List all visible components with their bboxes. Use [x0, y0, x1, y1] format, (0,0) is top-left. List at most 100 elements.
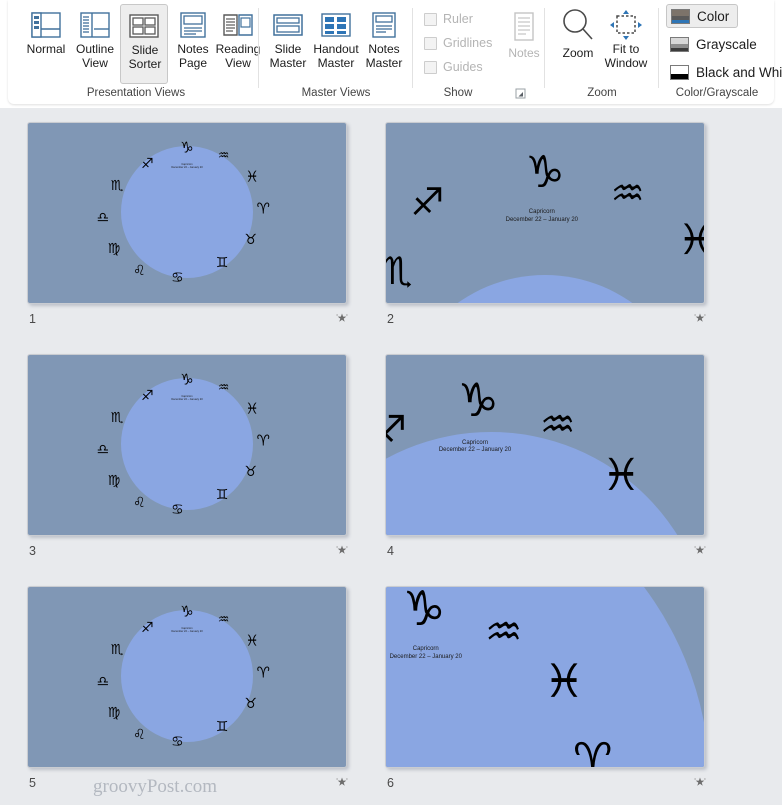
zodiac-symbol-virgo: ♍ — [107, 241, 121, 257]
zodiac-wheel-art: ♑ ♒ ♓ ♈ ♉ ♊ ♋ ♌ ♍ ♎ ♏ ♐ Capricorn Decemb… — [28, 355, 346, 535]
slide-thumbnail-4[interactable]: ♑ ♒ ♓ ♐ Capricorn December 22 – January … — [385, 354, 705, 536]
zodiac-symbol-aries: ♈ — [256, 431, 271, 450]
zodiac-symbol-capricorn: ♑ — [402, 586, 446, 637]
zodiac-symbol-sagittarius: ♐ — [140, 388, 154, 405]
group-separator — [258, 8, 259, 88]
transition-star-icon[interactable] — [335, 775, 349, 789]
zodiac-symbol-aquarius: ♒ — [610, 171, 645, 216]
grayscale-option[interactable]: Grayscale — [666, 32, 765, 56]
zodiac-symbol-capricorn: ♑ — [180, 138, 194, 157]
slide-sorter-button[interactable]: Slide Sorter — [120, 4, 168, 84]
normal-view-label: Normal — [26, 42, 66, 56]
black-and-white-label: Black and White — [696, 64, 782, 80]
slide-cell[interactable]: ♑ ♒ ♓ ♐ ♏ Capricorn December 22 – Januar… — [385, 122, 715, 332]
slide-thumbnail-3[interactable]: ♑ ♒ ♓ ♈ ♉ ♊ ♋ ♌ ♍ ♎ ♏ ♐ Capricorn Decemb… — [27, 354, 347, 536]
slide-thumbnail-5[interactable]: ♑ ♒ ♓ ♈ ♉ ♊ ♋ ♌ ♍ ♎ ♏ ♐ Capricorn Decemb… — [27, 586, 347, 768]
zodiac-symbol-virgo: ♍ — [107, 705, 121, 721]
black-and-white-option[interactable]: Black and White — [666, 60, 782, 84]
color-option[interactable]: Color — [666, 4, 739, 28]
slide-cell[interactable]: ♑ ♒ ♓ ♐ Capricorn December 22 – January … — [385, 354, 715, 564]
caption-dates: December 22 – January 20 — [171, 397, 203, 401]
notes-button[interactable]: Notes — [500, 4, 548, 84]
caption-title: Capricorn — [462, 439, 489, 446]
slide-caption: Capricorn December 22 – January 20 — [171, 163, 202, 169]
checkbox-box-icon — [424, 60, 437, 74]
slide-sorter-pane[interactable]: ♑ ♒ ♓ ♈ ♉ ♊ ♋ ♌ ♍ ♎ ♏ ♐ Capricorn Decemb… — [0, 108, 782, 805]
zodiac-symbol-aquarius: ♒ — [484, 607, 523, 656]
slide-cell[interactable]: ♑ ♒ ♓ ♈ ♉ ♊ ♋ ♌ ♍ ♎ ♏ ♐ Capricorn Decemb… — [27, 122, 357, 332]
notes-master-icon — [360, 9, 408, 41]
slide-number-5: 5 — [29, 776, 36, 790]
group-label-master-views: Master Views — [301, 87, 371, 99]
zodiac-wheel-art-zoom3: ♑ ♒ ♓ ♈ Capricorn December 22 – January … — [386, 587, 704, 767]
zodiac-symbol-aries: ♈ — [256, 199, 271, 218]
slide-cell[interactable]: ♑ ♒ ♓ ♈ ♉ ♊ ♋ ♌ ♍ ♎ ♏ ♐ Capricorn Decemb… — [27, 354, 357, 564]
zodiac-symbol-pisces: ♓ — [601, 449, 642, 501]
checkbox-box-icon — [424, 12, 437, 26]
gridlines-checkbox[interactable]: Gridlines — [424, 32, 492, 54]
zodiac-symbol-gemini: ♊ — [215, 255, 229, 272]
transition-star-icon[interactable] — [335, 311, 349, 325]
zodiac-symbol-sagittarius: ♐ — [386, 411, 407, 451]
watermark: groovyPost.com — [93, 776, 218, 797]
slide-master-button[interactable]: Slide Master — [264, 4, 312, 84]
caption-dates: December 22 – January 20 — [171, 165, 203, 169]
guides-checkbox[interactable]: Guides — [424, 56, 483, 78]
slide-thumbnail-6[interactable]: ♑ ♒ ♓ ♈ Capricorn December 22 – January … — [385, 586, 705, 768]
transition-star-icon[interactable] — [335, 543, 349, 557]
transition-star-icon[interactable] — [693, 311, 707, 325]
slide-cell[interactable]: ♑ ♒ ♓ ♈ ♉ ♊ ♋ ♌ ♍ ♎ ♏ ♐ Capricorn Decemb… — [27, 586, 357, 796]
outline-view-button[interactable]: Outline View — [71, 4, 119, 84]
guides-label: Guides — [443, 60, 483, 74]
caption-dates: December 22 – January 20 — [171, 629, 203, 633]
ribbon: Normal Outline View Slide Sorter Notes P… — [0, 0, 782, 108]
zodiac-symbol-capricorn: ♑ — [457, 373, 499, 427]
zodiac-symbol-sagittarius: ♐ — [140, 156, 154, 173]
slide-caption: Capricorn December 22 – January 20 — [171, 395, 202, 401]
slide-thumbnail-2[interactable]: ♑ ♒ ♓ ♐ ♏ Capricorn December 22 – Januar… — [385, 122, 705, 304]
zodiac-symbol-aries: ♈ — [572, 733, 613, 768]
zodiac-symbol-pisces: ♓ — [543, 653, 585, 708]
zodiac-symbol-cancer: ♋ — [171, 269, 184, 286]
normal-view-button[interactable]: Normal — [22, 4, 70, 84]
black-and-white-swatch-icon — [670, 64, 689, 80]
zodiac-symbol-taurus: ♉ — [244, 464, 257, 480]
zodiac-symbol-aquarius: ♒ — [217, 612, 230, 628]
zodiac-symbol-libra: ♎ — [96, 674, 109, 691]
fit-to-window-button[interactable]: Fit to Window — [602, 4, 650, 84]
zoom-button[interactable]: Zoom — [554, 4, 602, 84]
notes-master-button[interactable]: Notes Master — [360, 4, 408, 84]
group-label-presentation-views: Presentation Views — [86, 87, 186, 99]
grayscale-swatch-icon — [670, 36, 689, 52]
notes-button-label: Notes — [508, 46, 540, 60]
reading-view-button[interactable]: Reading View — [214, 4, 262, 84]
zodiac-symbol-gemini: ♊ — [215, 487, 229, 504]
zoom-label: Zoom — [562, 46, 594, 60]
slide-cell[interactable]: ♑ ♒ ♓ ♈ Capricorn December 22 – January … — [385, 586, 715, 796]
zodiac-symbol-aquarius: ♒ — [539, 402, 576, 449]
transition-star-icon[interactable] — [693, 543, 707, 557]
notes-page-button[interactable]: Notes Page — [169, 4, 217, 84]
zodiac-symbol-cancer: ♋ — [171, 501, 184, 518]
transition-star-icon[interactable] — [693, 775, 707, 789]
slide-caption: Capricorn December 22 – January 20 — [171, 627, 202, 633]
notes-icon — [500, 10, 548, 44]
slide-sorter-label: Slide Sorter — [128, 43, 162, 71]
ruler-label: Ruler — [443, 12, 473, 26]
slide-number-1: 1 — [29, 312, 36, 326]
zodiac-symbol-pisces: ♓ — [245, 399, 259, 418]
fit-to-window-icon — [602, 9, 650, 41]
checkbox-box-icon — [424, 36, 437, 50]
ribbon-panel: Normal Outline View Slide Sorter Notes P… — [8, 0, 782, 104]
zodiac-symbol-capricorn: ♑ — [525, 147, 565, 199]
slide-master-label: Slide Master — [269, 42, 307, 70]
group-separator — [544, 8, 545, 88]
ruler-checkbox[interactable]: Ruler — [424, 8, 473, 30]
slide-caption: Capricorn December 22 – January 20 — [439, 440, 511, 455]
zodiac-wheel-art: ♑ ♒ ♓ ♈ ♉ ♊ ♋ ♌ ♍ ♎ ♏ ♐ Capricorn Decemb… — [28, 123, 346, 303]
reading-view-icon — [214, 9, 262, 41]
slide-thumbnail-1[interactable]: ♑ ♒ ♓ ♈ ♉ ♊ ♋ ♌ ♍ ♎ ♏ ♐ Capricorn Decemb… — [27, 122, 347, 304]
zodiac-wheel-art-zoom1: ♑ ♒ ♓ ♐ ♏ Capricorn December 22 – Januar… — [386, 123, 704, 303]
zodiac-symbol-libra: ♎ — [96, 210, 109, 227]
handout-master-button[interactable]: Handout Master — [312, 4, 360, 84]
